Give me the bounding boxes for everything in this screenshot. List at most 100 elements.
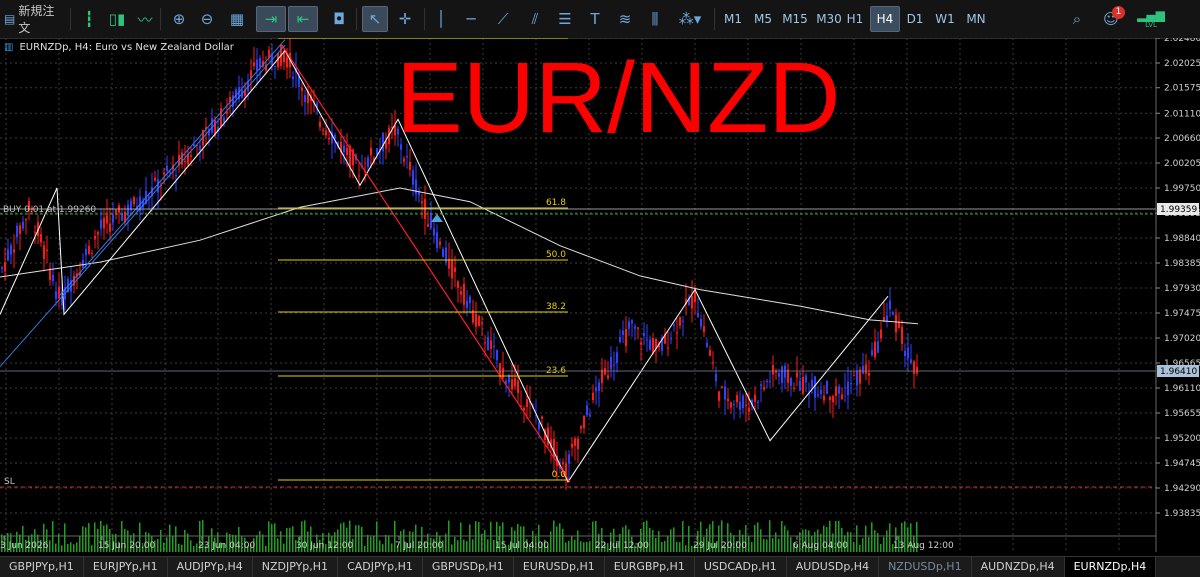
volume-bar — [361, 526, 363, 552]
timeframe-m5[interactable]: M5 — [748, 6, 778, 32]
volume-bar — [754, 525, 756, 552]
notification-icon[interactable]: ☺ 1 — [1098, 6, 1125, 32]
search-icon[interactable]: ⌕ — [1064, 6, 1090, 32]
volume-bar — [82, 526, 84, 552]
timeframe-m1[interactable]: M1 — [718, 6, 748, 32]
timeframe-h4[interactable]: H4 — [870, 6, 900, 32]
candle-body — [796, 372, 798, 378]
candle-body — [850, 383, 852, 385]
candle-body — [511, 379, 513, 390]
candle-body — [478, 315, 480, 326]
candle-body — [706, 342, 708, 347]
candle-body — [88, 245, 90, 254]
volume-bar — [649, 527, 651, 552]
candle-body — [25, 219, 27, 221]
zoom-out-icon[interactable]: ⊖ — [194, 6, 220, 32]
price-tick-label: 1.97020 — [1164, 334, 1200, 344]
chart-tab[interactable]: AUDJPYp,H4 — [168, 557, 253, 577]
chart-tab[interactable]: GBPUSDp,H1 — [423, 557, 514, 577]
grid-icon[interactable]: ▦ — [224, 6, 250, 32]
candle-body — [703, 326, 705, 332]
chart-tab[interactable]: USDCADp,H1 — [695, 557, 787, 577]
volume-bar — [160, 529, 162, 552]
bar-chart-icon[interactable]: ┇ — [76, 6, 102, 32]
volume-bar — [679, 542, 681, 552]
objects-icon[interactable]: ⁂▾ — [672, 6, 708, 32]
volume-bar — [871, 522, 873, 552]
time-tick-label: 15 Jun 20:00 — [98, 541, 155, 551]
timeframe-mn[interactable]: MN — [960, 6, 992, 32]
fib-level-label: 50.0 — [546, 250, 566, 260]
horizontal-line-icon[interactable]: ─ — [458, 6, 484, 32]
new-order-button[interactable]: ▤ 新規注文 — [4, 4, 64, 35]
volume-bar — [268, 521, 270, 552]
chart-tab[interactable]: EURJPYp,H1 — [84, 557, 168, 577]
chart-tab[interactable]: EURUSDp,H1 — [514, 557, 605, 577]
volume-bar — [784, 525, 786, 552]
trendline-icon[interactable]: ⟋ — [490, 6, 516, 32]
autoscroll-icon[interactable]: ⇥ — [256, 6, 286, 32]
timeframe-d1[interactable]: D1 — [900, 6, 930, 32]
candle-body — [829, 396, 831, 401]
volume-bar — [454, 536, 456, 552]
line-chart-icon[interactable]: 〰 — [132, 6, 158, 32]
chart-tab[interactable]: EURNZDp,H4 — [1064, 557, 1157, 577]
chart-tab[interactable]: NZDUSDp,H1 — [879, 557, 972, 577]
chart-tab[interactable]: AUDNZDp,H4 — [972, 557, 1065, 577]
text-icon[interactable]: T — [582, 6, 608, 32]
symbol-icon: ▥ — [4, 42, 14, 53]
candle-body — [673, 324, 675, 326]
chart-shift-icon[interactable]: ⇤ — [288, 6, 318, 32]
channel-icon[interactable]: ⫽ — [522, 6, 548, 32]
volume-bar — [460, 522, 462, 552]
candle-body — [253, 62, 255, 67]
fib-level-label: 61.8 — [546, 198, 566, 208]
candle-body — [286, 57, 288, 68]
timeframe-h1[interactable]: H1 — [840, 6, 870, 32]
fibonacci-icon[interactable]: ☰ — [552, 6, 578, 32]
timeframe-m15[interactable]: M15 — [778, 6, 812, 32]
screenshot-icon[interactable]: ◘ — [326, 6, 352, 32]
vertical-line-icon[interactable]: │ — [428, 6, 454, 32]
candle-body — [637, 327, 639, 329]
candle-body — [592, 392, 594, 401]
candle-body — [415, 179, 417, 195]
volume-bar — [262, 534, 264, 552]
candle-body — [166, 165, 168, 172]
candle-body — [763, 387, 765, 390]
volume-bar — [574, 539, 576, 552]
price-tick-label: 2.00660 — [1164, 134, 1200, 144]
volume-bar — [172, 536, 174, 552]
timeframe-w1[interactable]: W1 — [930, 6, 960, 32]
volume-bar — [682, 521, 684, 552]
volume-bar — [772, 538, 774, 552]
indicator-icon[interactable]: ⫼ — [642, 6, 668, 32]
volume-bar — [583, 542, 585, 552]
chart-tab[interactable]: AUDUSDp,H4 — [787, 557, 880, 577]
candle-body — [466, 300, 468, 308]
zoom-in-icon[interactable]: ⊕ — [166, 6, 192, 32]
price-tick-label: 1.97930 — [1164, 284, 1200, 294]
fib-fan-icon[interactable]: ≋ — [612, 6, 638, 32]
signal-icon[interactable]: ▂▄▆ LVL — [1134, 6, 1168, 32]
candle-body — [163, 172, 165, 175]
chart-tab[interactable]: GBPJPYp,H1 — [0, 557, 84, 577]
chart-tab[interactable]: NZDJPYp,H1 — [253, 557, 339, 577]
crosshair-icon[interactable]: ✛ — [392, 6, 418, 32]
candle-body — [274, 65, 276, 67]
candle-body — [463, 283, 465, 305]
chart-tab[interactable]: EURGBPp,H1 — [605, 557, 695, 577]
candle-body — [676, 332, 678, 334]
candle-body — [157, 179, 159, 193]
candle-chart-icon[interactable]: ▯▮ — [104, 6, 130, 32]
volume-bar — [193, 545, 195, 552]
chart-tab[interactable]: CADJPYp,H1 — [338, 557, 423, 577]
candle-body — [319, 121, 321, 128]
candle-body — [733, 404, 735, 406]
candle-body — [823, 395, 825, 401]
candle-body — [58, 286, 60, 299]
cursor-icon[interactable]: ↖ — [362, 6, 388, 32]
price-tick-label: 1.97475 — [1164, 309, 1200, 319]
candle-body — [748, 407, 750, 413]
candle-body — [106, 215, 108, 224]
